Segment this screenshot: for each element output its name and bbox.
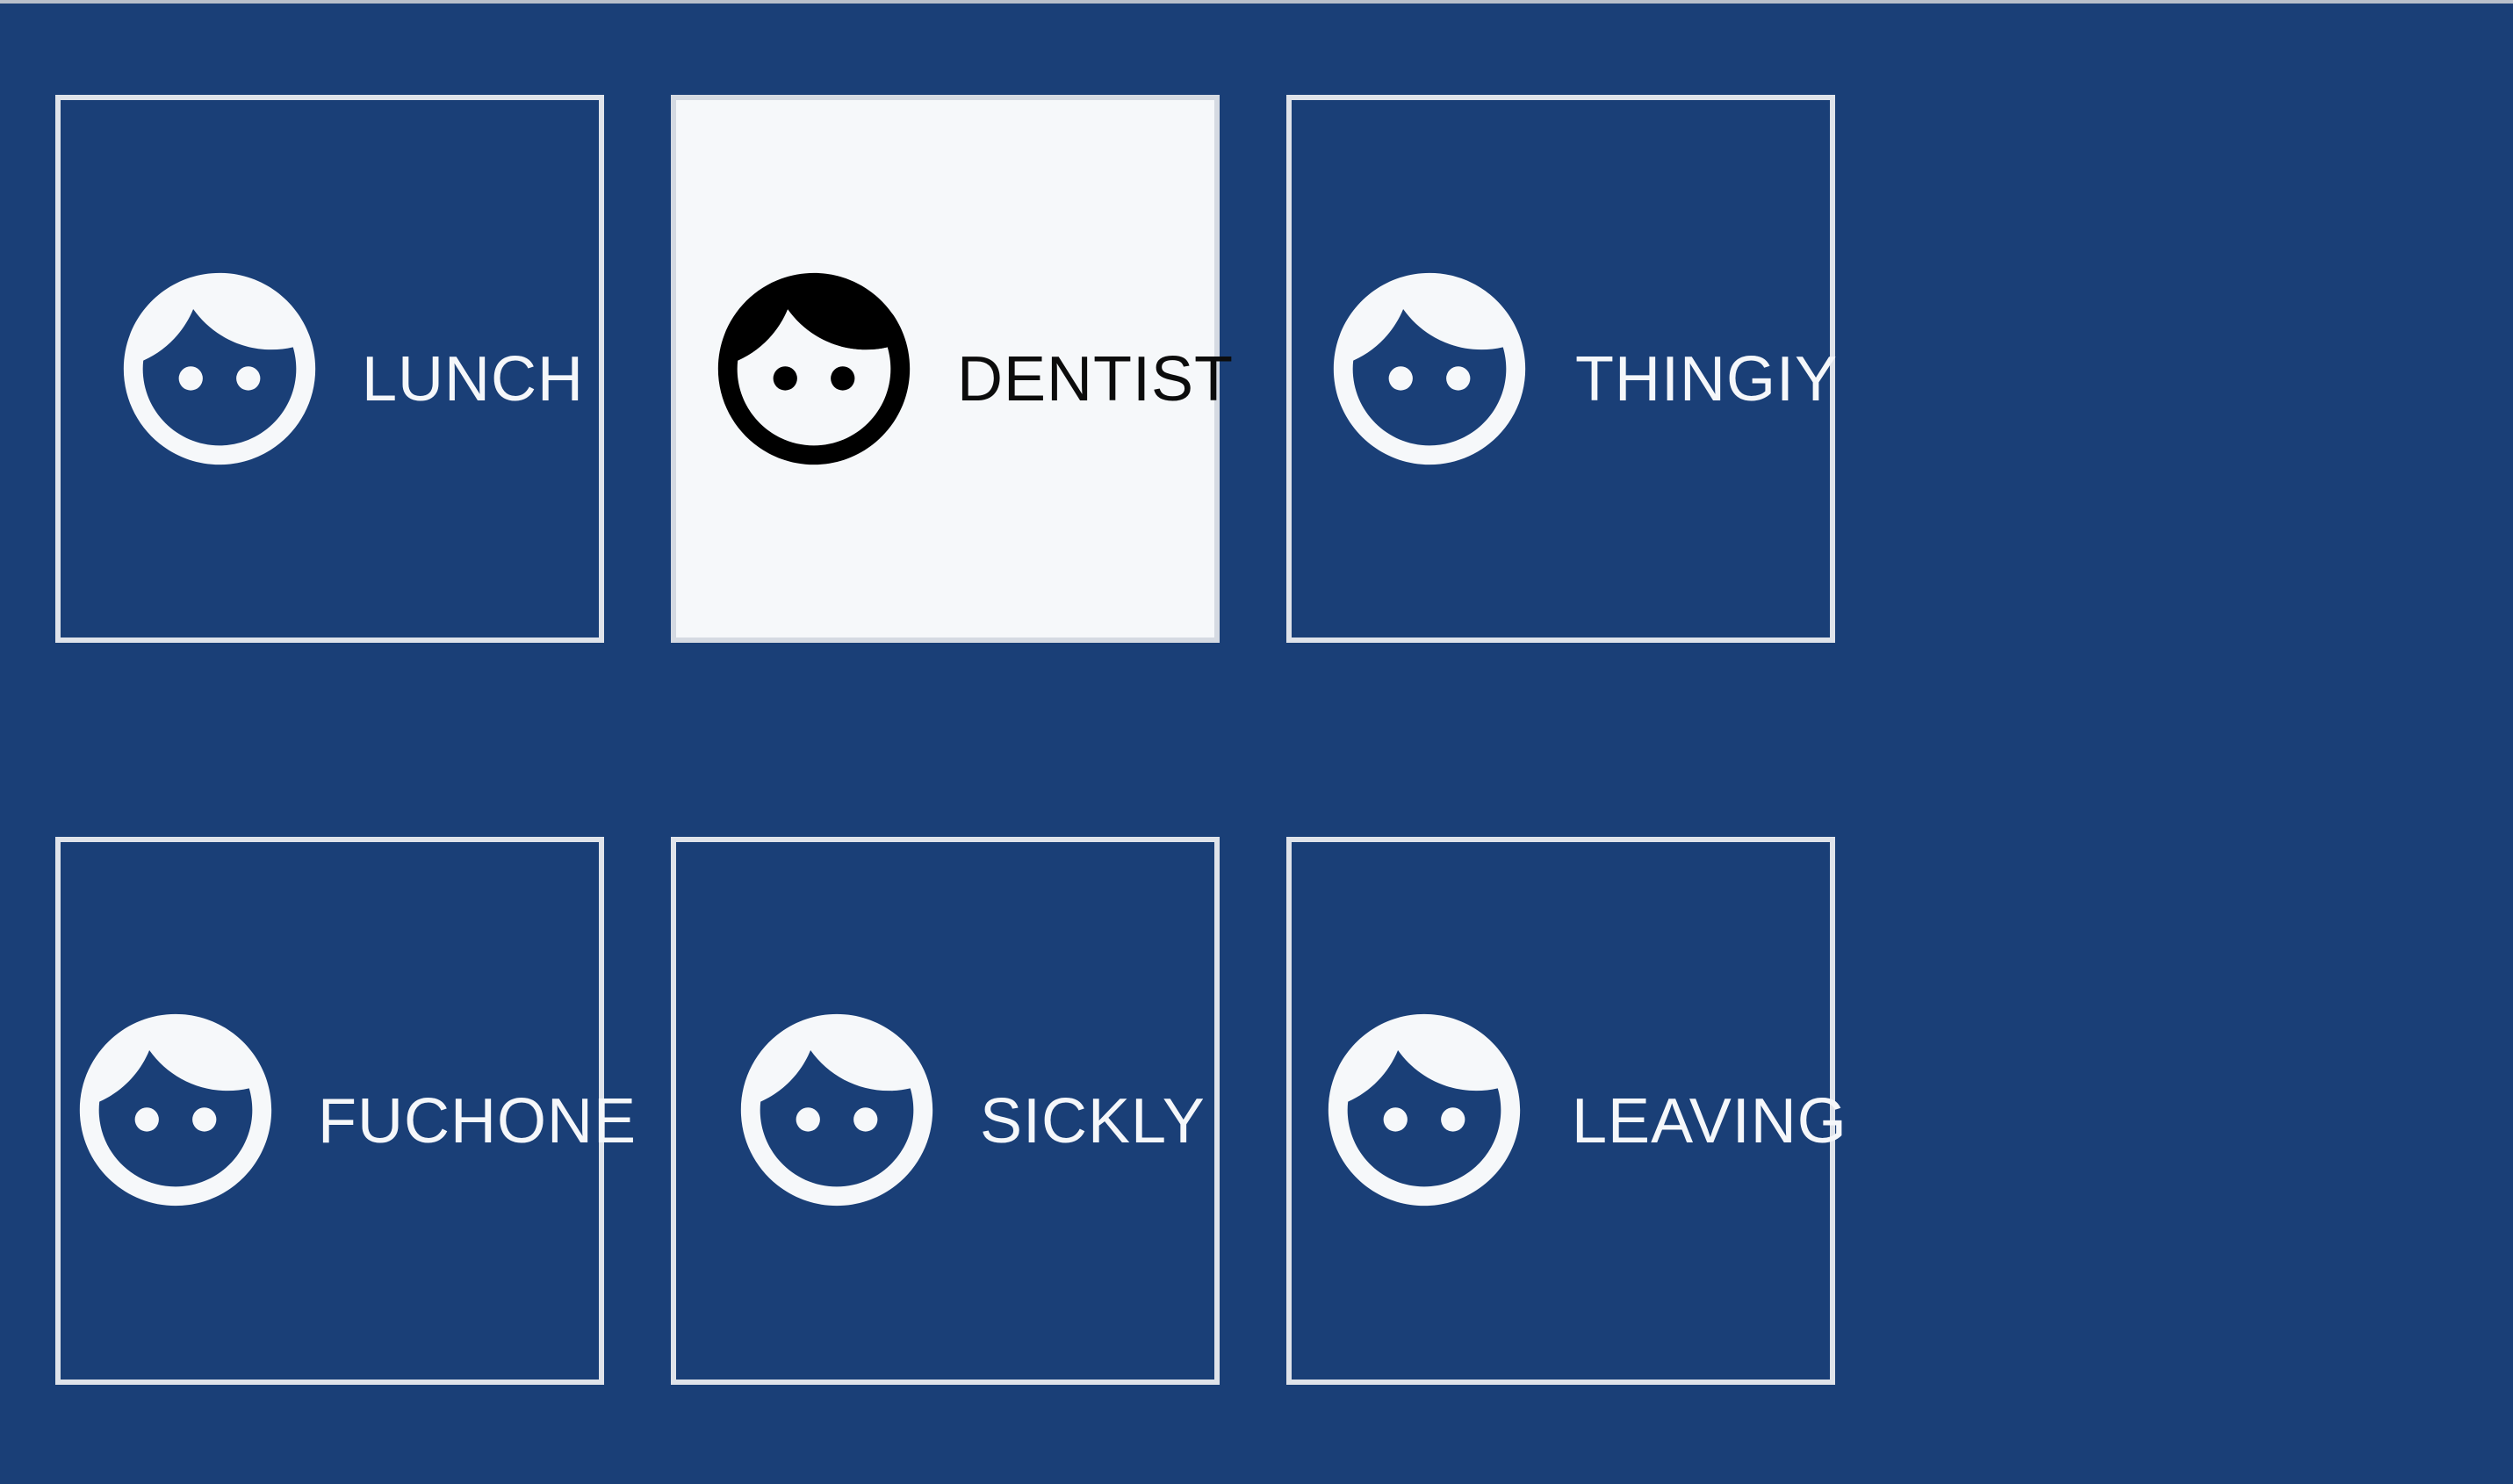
tile-label: DENTIST [957,344,1235,414]
face-icon [1333,272,1526,465]
face-icon [740,1013,933,1207]
face-icon [123,272,316,465]
tile-label: LUNCH [362,344,585,414]
tile-dentist[interactable]: DENTIST [671,95,1233,643]
tile-label: THINGIY [1575,344,1839,414]
tile-sickly[interactable]: SICKLY [671,837,1220,1385]
tile-thingiy[interactable]: THINGIY [1286,95,1839,643]
tile-label: SICKLY [980,1086,1206,1156]
tile-label: FUCHONE [318,1086,637,1156]
tile-leaving[interactable]: LEAVING [1286,837,1847,1385]
face-icon [717,272,911,465]
face-icon [79,1013,272,1207]
tile-label: LEAVING [1572,1086,1847,1156]
tile-fuchone[interactable]: FUCHONE [55,837,636,1385]
face-icon [1328,1013,1521,1207]
tile-grid: LUNCH DENTIST THINGIY FUCHONE SICKLY LEA… [0,0,2513,1484]
tile-lunch[interactable]: LUNCH [55,95,604,643]
